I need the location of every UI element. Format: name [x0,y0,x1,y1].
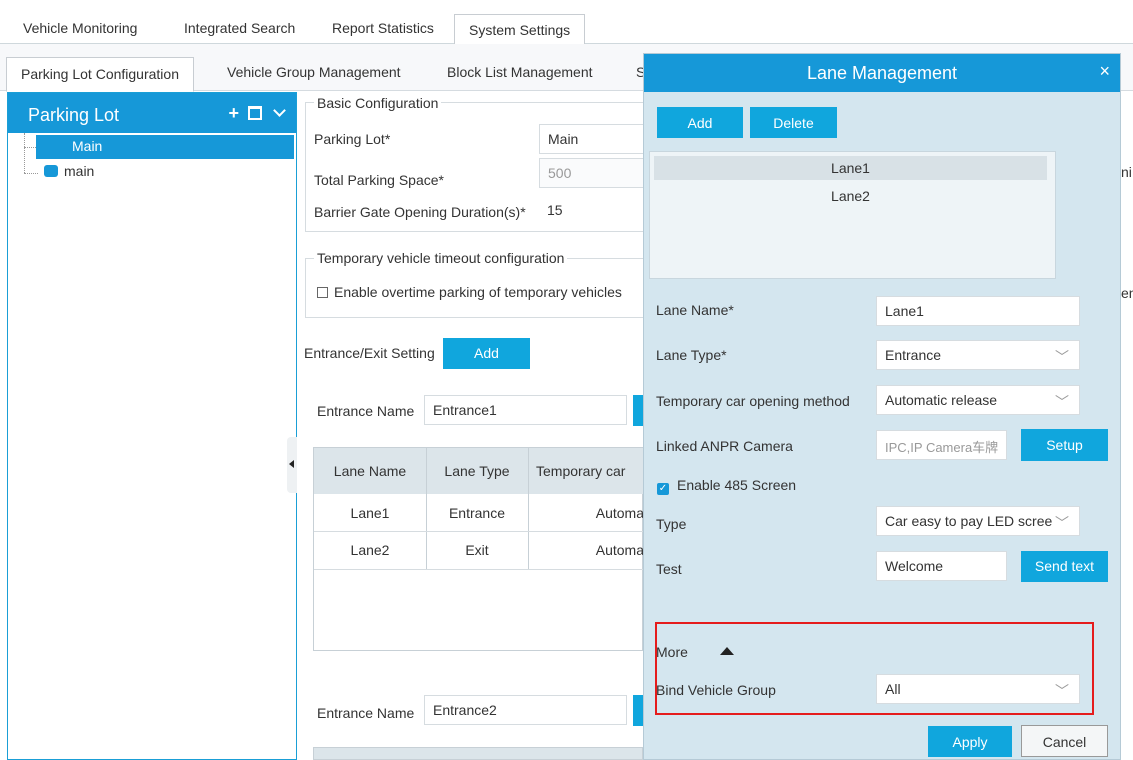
trash-icon[interactable] [247,106,262,120]
total-parking-space-label: Total Parking Space* [314,172,444,188]
add-entrance-button[interactable]: Add [443,338,530,369]
caret-left-icon [289,460,294,468]
top-tab-bar: Vehicle Monitoring Integrated Search Rep… [0,0,1133,45]
barrier-gate-duration-label: Barrier Gate Opening Duration(s)* [314,204,526,220]
cell-lane-name: Lane1 [350,505,390,521]
lane-name-input[interactable]: Lane1 [876,296,1080,326]
tree-item-main-selected[interactable]: Main [36,135,294,159]
checkbox-checked-icon[interactable]: ✓ [657,483,669,495]
enable-485-screen-row[interactable]: ✓ Enable 485 Screen [657,477,796,495]
lane-table: Lane Name Lane Type Temporary car Lane1 … [313,447,644,651]
panel-actions: + [228,103,286,124]
barrier-gate-duration-input[interactable]: 15 [539,196,649,226]
lane-type-label: Lane Type* [656,347,727,363]
tab-vehicle-monitoring[interactable]: Vehicle Monitoring [23,20,137,44]
lane-list-item-selected[interactable]: Lane1 [654,156,1047,180]
lane-type-select[interactable]: Entrance ﹀ [876,340,1080,370]
lane-name-label: Lane Name* [656,302,734,318]
enable-485-screen-label: Enable 485 Screen [677,477,797,493]
entrance-name-label: Entrance Name [317,403,415,419]
tree-line [24,133,25,173]
collapse-handle[interactable] [287,437,297,493]
parking-camera-icon [44,165,58,177]
highlight-box [655,622,1094,715]
linked-anpr-camera-input[interactable]: IPC,IP Camera车牌 [876,430,1007,460]
add-icon[interactable]: + [228,103,239,123]
entrance-name-input[interactable]: Entrance2 [424,695,627,725]
entrance-name-label: Entrance Name [317,705,415,721]
tab-system-settings[interactable]: System Settings [454,14,586,45]
overtime-parking-label: Enable overtime parking of temporary veh… [334,284,622,300]
tab-integrated-search[interactable]: Integrated Search [184,20,295,44]
chevron-down-icon: ﹀ [1053,513,1069,533]
cell-opening-method: Automa [595,505,644,521]
parking-lot-panel-header: Parking Lot + [8,93,296,133]
dialog-title: Lane Management [806,63,958,83]
tree-item-main[interactable]: main [44,163,94,179]
entrance-exit-setting-label: Entrance/Exit Setting [304,345,435,361]
header-lane-type: Lane Type [444,463,510,479]
cell-lane-type: Exit [465,542,489,558]
close-icon[interactable]: × [1099,61,1110,82]
lane-table-header [313,747,643,760]
temporary-car-opening-label: Temporary car opening method [656,393,850,409]
test-label: Test [656,561,682,577]
entrance-name-input[interactable]: Entrance1 [424,395,627,425]
timeout-configuration-legend: Temporary vehicle timeout configuration [314,250,568,266]
parking-lot-tree-panel: Parking Lot + Main main [7,92,297,760]
test-input[interactable]: Welcome [876,551,1007,581]
cell-opening-method: Automa [595,542,644,558]
panel-title: Parking Lot [28,105,120,125]
tab-block-list-management[interactable]: Block List Management [447,64,593,80]
header-lane-name: Lane Name [333,463,407,479]
lane-list: Lane1 Lane2 [649,151,1056,279]
tree-item-label: main [64,163,95,179]
truncated-right-text: ni [1121,164,1132,180]
type-value: Car easy to pay LED scree [885,513,1053,529]
apply-button[interactable]: Apply [928,726,1012,757]
chevron-down-icon[interactable] [273,104,286,117]
temporary-car-opening-select[interactable]: Automatic release ﹀ [876,385,1080,415]
parking-lot-input[interactable]: Main [539,124,649,154]
send-text-button[interactable]: Send text [1021,551,1108,582]
chevron-down-icon: ﹀ [1055,349,1069,365]
tree-line [24,173,38,174]
basic-configuration-legend: Basic Configuration [314,95,442,111]
lane-list-item[interactable]: Lane2 [654,184,1047,208]
cell-lane-name: Lane2 [350,542,390,558]
temporary-car-opening-value: Automatic release [885,392,998,408]
total-parking-space-input[interactable]: 500 [539,158,649,188]
overtime-parking-checkbox-row[interactable]: Enable overtime parking of temporary veh… [317,284,622,300]
header-temporary-car: Temporary car [536,463,626,479]
checkbox-unchecked-icon[interactable] [317,287,328,298]
cell-lane-type: Entrance [448,505,506,521]
dialog-header: Lane Management × [644,54,1120,92]
tab-vehicle-group-management[interactable]: Vehicle Group Management [227,64,401,80]
chevron-down-icon: ﹀ [1055,394,1069,410]
tree-line [24,147,36,148]
truncated-right-text: en [1121,285,1133,301]
parking-lot-label: Parking Lot* [314,131,391,147]
tab-parking-lot-configuration[interactable]: Parking Lot Configuration [6,57,194,92]
type-select[interactable]: Car easy to pay LED scree ﹀ [876,506,1080,536]
linked-anpr-camera-label: Linked ANPR Camera [656,438,793,454]
cancel-button[interactable]: Cancel [1021,725,1108,757]
add-lane-button[interactable]: Add [657,107,743,138]
type-label: Type [656,516,687,532]
delete-lane-button[interactable]: Delete [750,107,837,138]
lane-type-value: Entrance [885,347,942,363]
setup-button[interactable]: Setup [1021,429,1108,461]
tab-report-statistics[interactable]: Report Statistics [332,20,434,44]
